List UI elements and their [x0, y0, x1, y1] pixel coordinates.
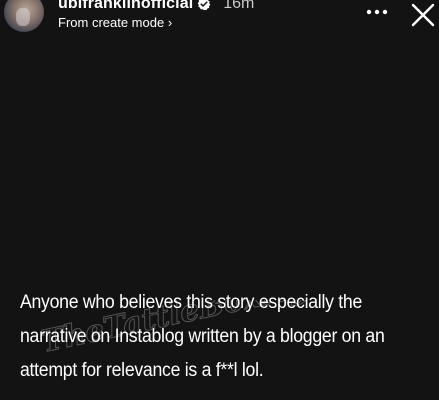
- username[interactable]: ubifranklinofficial: [58, 0, 193, 13]
- more-options-button[interactable]: [362, 4, 392, 20]
- more-dots-icon: [366, 9, 388, 15]
- story-text: Anyone who believes this story especiall…: [20, 292, 385, 381]
- verified-badge-icon: [197, 0, 211, 11]
- close-icon: [411, 3, 435, 27]
- close-button[interactable]: [409, 1, 437, 29]
- avatar[interactable]: [4, 0, 44, 32]
- create-mode-link[interactable]: From create mode ›: [58, 15, 172, 30]
- post-time: 16m: [223, 0, 255, 12]
- story-view: ubifranklinofficial 16m From create mode…: [0, 0, 439, 400]
- story-header: ubifranklinofficial 16m From create mode…: [0, 0, 439, 40]
- username-row: ubifranklinofficial 16m: [58, 0, 254, 14]
